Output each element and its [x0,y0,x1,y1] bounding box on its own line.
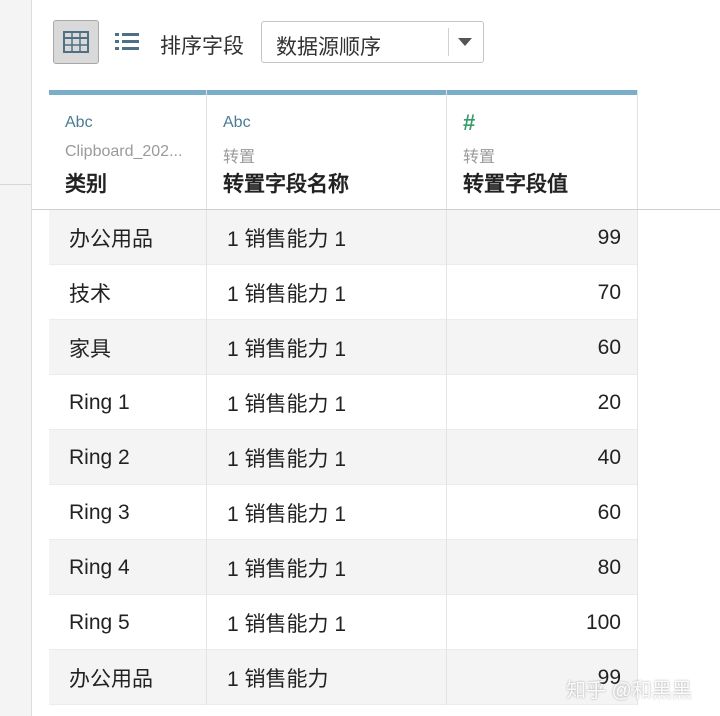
pivot-name-cell: 1 销售能力 1 [207,265,447,320]
category-cell: Ring 5 [49,595,207,650]
table-grid-icon [63,31,89,53]
pivot-value-cell: 70 [447,265,638,320]
column-field-label: 转置字段名称 [223,173,349,196]
table-header: Abc Clipboard_202... 类别 Abc 转置 转置字段名称 # … [32,90,720,210]
dropdown-divider [448,28,449,56]
column-header-pivot-field-name[interactable]: Abc 转置 转置字段名称 [207,90,447,209]
category-cell: Ring 2 [49,430,207,485]
column-header-pivot-field-value[interactable]: # 转置 转置字段值 [447,90,638,209]
column-header-accent [49,90,206,95]
table-row[interactable]: Ring 2 1 销售能力 1 40 [49,430,638,485]
column-source-label: 转置 [223,149,256,166]
category-cell: Ring 3 [49,485,207,540]
pivot-name-cell: 1 销售能力 [207,650,447,705]
pivot-name-cell: 1 销售能力 1 [207,375,447,430]
category-cell: Ring 1 [49,375,207,430]
pivot-value-cell: 60 [447,320,638,375]
pivot-value-cell: 20 [447,375,638,430]
toolbar: 排序字段 数据源顺序 [32,0,720,90]
column-header-accent [207,90,446,95]
pivot-name-cell: 1 销售能力 1 [207,210,447,265]
sort-field-label: 排序字段 [160,35,244,58]
column-source-label: 转置 [463,149,496,166]
table-row[interactable]: 家具 1 销售能力 1 60 [49,320,638,375]
column-field-label: 类别 [65,173,107,196]
chevron-down-icon[interactable] [458,38,472,46]
pivot-value-cell: 100 [447,595,638,650]
table-body: 办公用品 1 销售能力 1 99 技术 1 销售能力 1 70 家具 1 销售能… [32,210,720,716]
pivot-value-cell: 60 [447,485,638,540]
pivot-value-cell: 80 [447,540,638,595]
panel-divider [0,184,31,185]
sort-field-dropdown[interactable]: 数据源顺序 [261,21,484,63]
category-cell: 技术 [49,265,207,320]
list-icon [115,33,139,50]
pivot-value-cell: 99 [447,210,638,265]
sort-field-value: 数据源顺序 [276,36,381,59]
left-panel-edge [0,0,32,716]
table-row[interactable]: 技术 1 销售能力 1 70 [49,265,638,320]
table-row[interactable]: Ring 5 1 销售能力 1 100 [49,595,638,650]
string-type-icon: Abc [223,114,251,131]
string-type-icon: Abc [65,114,93,131]
column-field-label: 转置字段值 [463,173,568,196]
pivot-name-cell: 1 销售能力 1 [207,485,447,540]
column-header-category[interactable]: Abc Clipboard_202... 类别 [49,90,207,209]
table-row[interactable]: 办公用品 1 销售能力 1 99 [49,210,638,265]
list-view-button[interactable] [104,20,150,64]
pivot-name-cell: 1 销售能力 1 [207,540,447,595]
column-source-label: Clipboard_202... [65,143,183,160]
grid-view-button[interactable] [53,20,99,64]
table-row[interactable]: Ring 4 1 销售能力 1 80 [49,540,638,595]
number-type-icon: # [463,110,476,135]
data-grid: Abc Clipboard_202... 类别 Abc 转置 转置字段名称 # … [32,90,720,716]
pivot-name-cell: 1 销售能力 1 [207,430,447,485]
pivot-name-cell: 1 销售能力 1 [207,320,447,375]
pivot-value-cell: 40 [447,430,638,485]
table-row[interactable]: Ring 3 1 销售能力 1 60 [49,485,638,540]
table-row[interactable]: 办公用品 1 销售能力 99 [49,650,638,705]
pivot-name-cell: 1 销售能力 1 [207,595,447,650]
category-cell: 办公用品 [49,650,207,705]
category-cell: 家具 [49,320,207,375]
watermark: 知乎 @和黑黑 [566,680,692,702]
category-cell: 办公用品 [49,210,207,265]
table-row[interactable]: Ring 1 1 销售能力 1 20 [49,375,638,430]
category-cell: Ring 4 [49,540,207,595]
column-header-accent [447,90,637,95]
